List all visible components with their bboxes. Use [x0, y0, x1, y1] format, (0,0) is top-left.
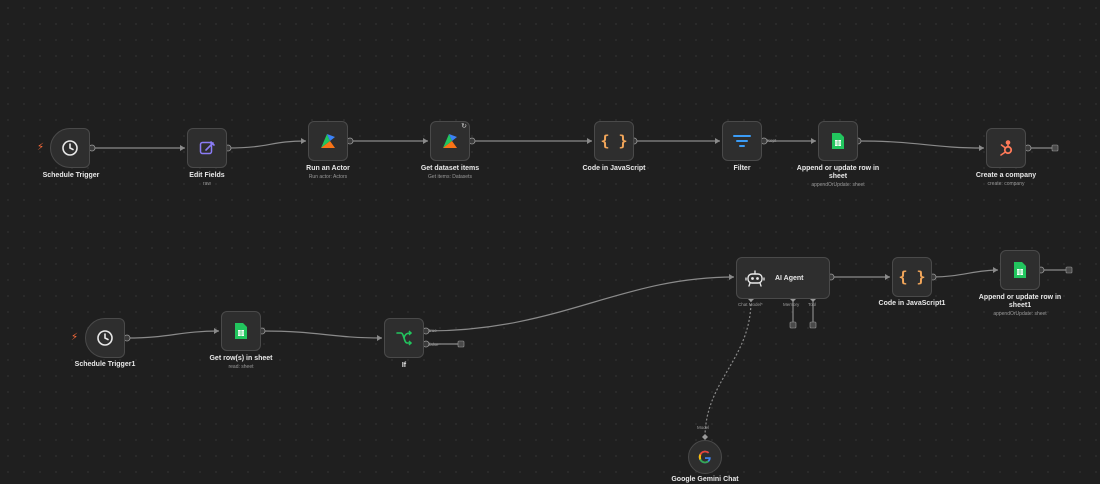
port-label: true	[429, 328, 437, 333]
node-create-company[interactable]	[986, 128, 1026, 168]
node-label: Code in JavaScript1	[878, 300, 946, 307]
node-label: If	[401, 362, 407, 369]
node-schedule-trigger1[interactable]	[85, 318, 125, 358]
node-run-actor[interactable]	[308, 121, 348, 161]
arrowhead	[979, 145, 984, 151]
node-label: Schedule Trigger	[42, 172, 100, 179]
arrowhead	[180, 145, 185, 151]
node-label: Edit Fields	[189, 172, 225, 179]
add-node-button	[1065, 266, 1073, 274]
wire	[857, 140, 985, 149]
node-subtitle: appendOrUpdate: sheet	[811, 182, 865, 188]
lightning-icon: ⚡	[71, 332, 79, 343]
port-label: Model	[697, 425, 710, 430]
wire	[126, 330, 220, 339]
pencil-icon	[199, 141, 215, 155]
node-label: Append or update row in	[978, 294, 1062, 301]
lightning-icon: ⚡	[37, 142, 45, 153]
node-label: sheet1	[1008, 302, 1032, 309]
google-sheets-icon	[832, 133, 844, 149]
node-subtitle: appendOrUpdate: sheet	[993, 311, 1047, 317]
hubspot-icon	[1000, 140, 1013, 156]
if-branch-icon	[396, 330, 412, 346]
arrowhead	[301, 138, 306, 144]
arrowhead	[423, 138, 428, 144]
arrowhead	[885, 274, 890, 280]
node-label: Schedule Trigger1	[74, 361, 136, 368]
arrowhead	[715, 138, 720, 144]
refresh-icon: ↻	[461, 123, 467, 130]
google-sheets-icon	[1014, 262, 1026, 278]
connections-layer	[88, 137, 1073, 440]
node-schedule-trigger[interactable]	[50, 128, 90, 168]
code-braces-icon: { }	[898, 268, 926, 286]
port-label: Kept	[767, 138, 777, 143]
port-label: Tool	[808, 302, 817, 307]
add-node-button	[457, 340, 465, 348]
node-subtitle: raw	[202, 181, 212, 187]
clock-icon	[62, 140, 78, 156]
node-subtitle: Get items: Datasets	[428, 174, 472, 180]
node-google-gemini-chat[interactable]	[688, 440, 722, 474]
wire	[261, 330, 383, 339]
clock-icon	[97, 330, 113, 346]
apify-icon	[321, 134, 335, 148]
add-node-button	[809, 321, 817, 329]
code-braces-icon: { }	[600, 132, 628, 150]
workflow-canvas[interactable]: ⚡ Schedule Trigger Edit Fields raw Run a…	[0, 0, 1100, 483]
apify-icon	[443, 134, 457, 148]
add-node-button	[1051, 144, 1059, 152]
node-append-sheet1[interactable]	[1000, 250, 1040, 290]
node-get-dataset-items[interactable]: ↻	[430, 121, 470, 161]
node-label: Append or update row in	[796, 165, 880, 172]
google-icon	[698, 450, 711, 464]
node-label: sheet	[828, 173, 848, 180]
node-if[interactable]	[384, 318, 424, 358]
arrowhead	[377, 335, 382, 341]
node-label: Get row(s) in sheet	[209, 355, 273, 362]
wire	[227, 140, 307, 149]
node-label: Get dataset items	[420, 165, 480, 172]
node-label: Code in JavaScript	[582, 165, 646, 172]
node-label: Create a company	[975, 172, 1037, 179]
node-label: Google Gemini Chat	[671, 476, 739, 483]
arrowhead	[587, 138, 592, 144]
wire	[425, 276, 735, 332]
node-get-rows[interactable]	[221, 311, 261, 351]
arrowhead	[214, 328, 219, 334]
arrowhead	[993, 267, 998, 273]
node-subtitle: read: sheet	[228, 364, 254, 370]
node-subtitle: Run actor: Actors	[308, 174, 348, 180]
port-label: false	[429, 342, 439, 347]
node-ai-agent[interactable]: AI Agent	[736, 257, 830, 299]
filter-icon	[733, 135, 751, 147]
robot-icon	[745, 270, 765, 287]
node-edit-fields[interactable]	[187, 128, 227, 168]
port-label: Chat Model*	[738, 302, 763, 307]
add-node-button	[789, 321, 797, 329]
node-code-javascript[interactable]: { }	[594, 121, 634, 161]
node-append-sheet[interactable]	[818, 121, 858, 161]
node-subtitle: create: company	[987, 181, 1025, 187]
wire-dashed	[704, 299, 752, 439]
node-title: AI Agent	[775, 274, 804, 282]
node-label: Run an Actor	[306, 165, 350, 172]
port-label: Memory	[783, 302, 800, 307]
wire	[932, 269, 999, 278]
node-code-javascript1[interactable]: { }	[892, 257, 932, 297]
google-sheets-icon	[235, 323, 247, 339]
arrowhead	[729, 274, 734, 280]
arrowhead	[811, 138, 816, 144]
node-filter[interactable]	[722, 121, 762, 161]
